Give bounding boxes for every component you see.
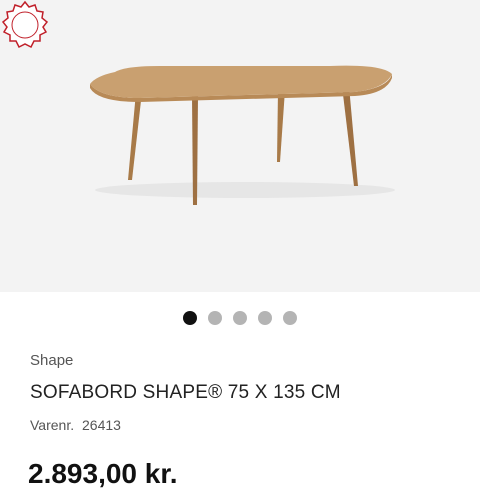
sku-label: Varenr. xyxy=(30,417,75,433)
product-brand[interactable]: Shape xyxy=(30,352,73,369)
guarantee-seal-icon xyxy=(1,0,49,49)
gallery-dot-4[interactable] xyxy=(258,311,272,325)
product-price: 2.893,00 kr. xyxy=(28,458,178,489)
product-image xyxy=(90,65,395,205)
gallery-pagination xyxy=(0,311,480,325)
gallery-dot-3[interactable] xyxy=(233,311,247,325)
product-title: SOFABORD SHAPE® 75 X 135 CM xyxy=(30,382,341,403)
gallery-dot-1[interactable] xyxy=(183,311,197,325)
product-sku: Varenr. 26413 xyxy=(30,417,121,433)
product-image-gallery[interactable] xyxy=(0,0,480,292)
sku-value: 26413 xyxy=(82,417,121,433)
gallery-dot-2[interactable] xyxy=(208,311,222,325)
gallery-dot-5[interactable] xyxy=(283,311,297,325)
